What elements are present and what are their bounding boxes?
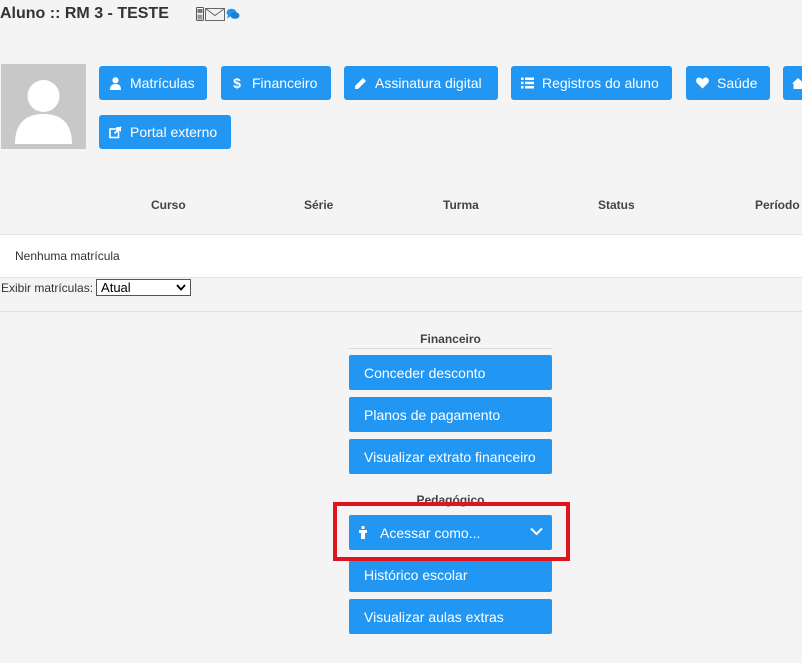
- historico-escolar-label: Histórico escolar: [364, 566, 468, 583]
- financeiro-section-divider: [349, 348, 552, 349]
- conceder-desconto-label: Conceder desconto: [364, 364, 486, 381]
- column-header-periodo[interactable]: Período: [755, 198, 800, 212]
- list-icon: [520, 76, 534, 90]
- pencil-icon: [353, 76, 367, 90]
- pedagogico-section-title: Pedagógico: [416, 493, 485, 507]
- financeiro-button[interactable]: $ Financeiro: [221, 66, 331, 100]
- home-button[interactable]: [783, 66, 802, 100]
- planos-pagamento-button[interactable]: Planos de pagamento: [349, 397, 552, 432]
- section-divider: [0, 311, 802, 312]
- column-header-serie[interactable]: Série: [304, 198, 333, 212]
- matriculas-label: Matrículas: [130, 75, 195, 91]
- home-icon: [792, 76, 802, 90]
- visualizar-extrato-button[interactable]: Visualizar extrato financeiro: [349, 439, 552, 474]
- portal-externo-button[interactable]: Portal externo: [99, 115, 231, 149]
- conceder-desconto-button[interactable]: Conceder desconto: [349, 355, 552, 390]
- title-icons: [195, 7, 240, 21]
- column-header-status[interactable]: Status: [598, 198, 635, 212]
- saude-label: Saúde: [717, 75, 758, 91]
- filter-label: Exibir matrículas:: [1, 280, 94, 295]
- financeiro-section-title: Financeiro: [420, 332, 481, 346]
- envelope-icon[interactable]: [204, 7, 225, 21]
- visualizar-extrato-label: Visualizar extrato financeiro: [364, 448, 536, 465]
- acessar-como-dropdown[interactable]: Acessar como...: [349, 515, 552, 550]
- chevron-down-icon: [530, 527, 543, 536]
- planos-pagamento-label: Planos de pagamento: [364, 406, 501, 423]
- registros-label: Registros do aluno: [542, 75, 659, 91]
- chevron-down-icon: [176, 284, 186, 291]
- student-avatar: [1, 64, 86, 149]
- registros-aluno-button[interactable]: Registros do aluno: [511, 66, 672, 100]
- financeiro-label: Financeiro: [252, 75, 318, 91]
- column-header-turma[interactable]: Turma: [443, 198, 479, 212]
- chat-icon[interactable]: [226, 8, 240, 20]
- visualizar-aulas-extras-label: Visualizar aulas extras: [364, 608, 504, 625]
- dollar-icon: $: [233, 75, 241, 91]
- user-silhouette-icon: [15, 80, 72, 144]
- assinatura-digital-button[interactable]: Assinatura digital: [344, 66, 498, 100]
- user-icon: [108, 76, 122, 90]
- visualizar-aulas-extras-button[interactable]: Visualizar aulas extras: [349, 599, 552, 634]
- enrollments-table-header: Curso Série Turma Status Período: [0, 190, 802, 235]
- portal-label: Portal externo: [130, 124, 218, 140]
- empty-message: Nenhuma matrícula: [15, 249, 120, 263]
- empty-table-row: Nenhuma matrícula: [0, 235, 802, 278]
- page-title-text: Aluno :: RM 3 - TESTE: [0, 5, 169, 22]
- assinatura-label: Assinatura digital: [375, 75, 482, 91]
- enrollment-filter-select[interactable]: Atual: [96, 279, 192, 296]
- user-tie-icon: [358, 525, 370, 540]
- heart-icon: [695, 76, 709, 90]
- page-title: Aluno :: RM 3 - TESTE: [0, 5, 240, 23]
- enrollment-filter: Exibir matrículas: Atual: [1, 279, 192, 296]
- external-link-icon: [108, 125, 122, 139]
- filter-selected-value: Atual: [101, 280, 131, 295]
- phone-icon[interactable]: [195, 7, 204, 21]
- saude-button[interactable]: Saúde: [686, 66, 770, 100]
- acessar-como-label: Acessar como...: [380, 524, 481, 541]
- matriculas-button[interactable]: Matrículas: [99, 66, 207, 100]
- historico-escolar-button[interactable]: Histórico escolar: [349, 557, 552, 592]
- column-header-curso[interactable]: Curso: [151, 198, 186, 212]
